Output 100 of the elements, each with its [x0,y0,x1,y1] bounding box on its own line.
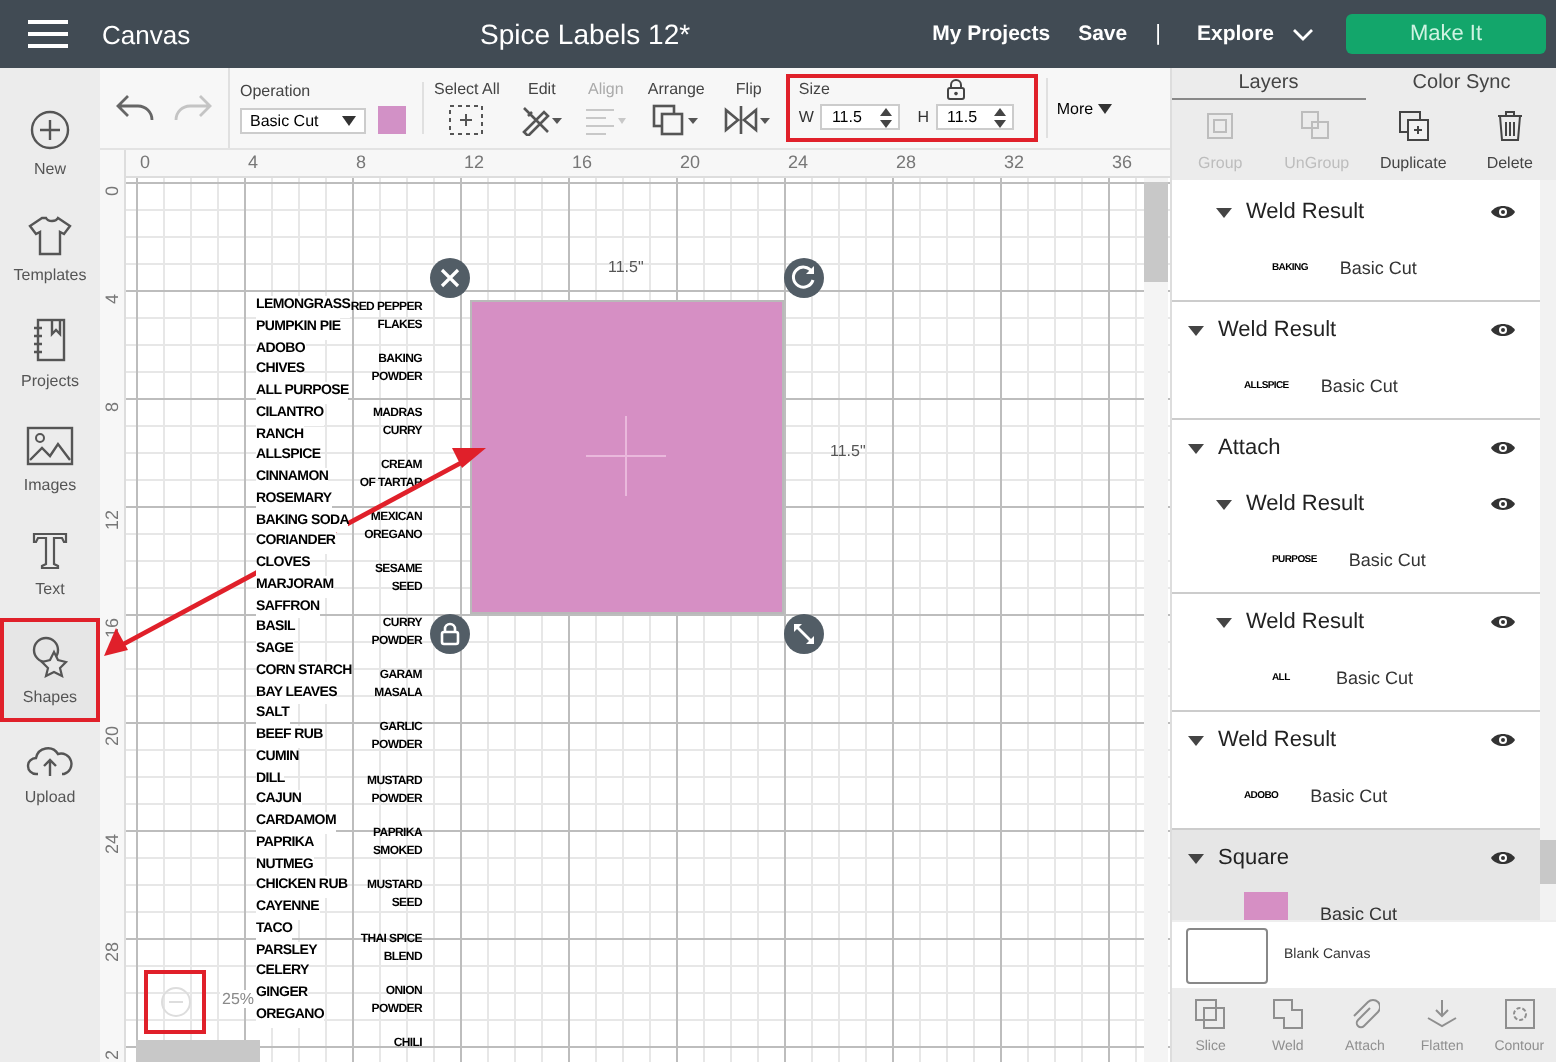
arrange-icon[interactable] [652,104,701,136]
layer-name[interactable]: Weld Result [1246,200,1476,224]
width-field[interactable]: 11.5 [819,104,900,130]
layer-action-button[interactable]: Duplicate [1365,100,1462,180]
layer-name[interactable]: Weld Result [1246,610,1476,634]
plus-icon [30,110,70,151]
stepper-icon[interactable] [994,107,1007,127]
tool-label: Align [588,80,624,98]
layer-name[interactable]: Weld Result [1246,492,1476,516]
ruler-number: 16 [572,152,593,172]
app-title: Canvas [102,19,191,49]
ruler-number: 0 [102,186,122,197]
more-menu[interactable]: More [1046,78,1120,138]
sidebar-label: Projects [21,372,79,391]
undo-icon[interactable] [116,94,156,122]
ruler-number: 20 [102,726,122,747]
sidebar-item[interactable]: Upload [0,722,100,827]
layer-action-button[interactable]: Delete [1461,100,1556,180]
blank-canvas-thumbnail [1186,927,1268,983]
layer-operation: Basic Cut [1348,550,1426,570]
caret-icon[interactable] [1188,853,1204,863]
eye-icon[interactable] [1490,614,1516,630]
caret-icon[interactable] [1216,207,1232,217]
width-dimension: 11.5" [608,258,644,276]
caret-icon[interactable] [1216,617,1232,627]
layer-operation: Basic Cut [1310,786,1388,806]
group-icon [1204,109,1237,141]
lock-icon[interactable] [945,78,966,100]
ruler-number: 36 [1112,152,1133,172]
height-dimension: 11.5" [830,442,866,460]
ruler-number: 8 [102,402,122,413]
panel-tab[interactable]: Color Sync [1365,68,1556,100]
ruler-number: 2 [102,1050,122,1061]
color-swatch[interactable] [378,106,406,134]
height-field[interactable]: 11.5 [935,104,1015,130]
caret-icon[interactable] [1216,499,1232,509]
duplicate-icon [1397,109,1430,141]
eye-icon[interactable] [1490,732,1516,748]
layer-name[interactable]: Weld Result [1218,728,1476,752]
layers-scrollbar[interactable] [1540,180,1556,920]
weld-icon [1271,997,1304,1029]
resize-icon[interactable] [784,614,824,654]
tool-label: Arrange [647,80,705,98]
explore-menu[interactable]: Explore [1196,22,1314,46]
header-link[interactable]: My Projects [932,22,1051,46]
operation-dropdown[interactable]: Basic Cut [240,107,366,133]
ruler-number: 20 [680,152,701,172]
ruler-number: 8 [356,152,367,172]
ruler-number: 24 [102,834,122,855]
size-label: Size [798,80,830,98]
contour-icon [1503,997,1536,1029]
header-link[interactable]: Save [1078,22,1128,46]
header-separator: | [1155,22,1161,46]
sidebar-item[interactable]: Images [0,407,100,512]
chevron-icon [1292,27,1314,41]
sidebar-item[interactable]: Shapes [0,617,100,722]
caret-icon[interactable] [1188,735,1204,745]
sidebar-item[interactable]: Projects [0,302,100,407]
close-icon[interactable] [430,258,470,298]
eye-icon[interactable] [1490,440,1516,456]
eye-icon[interactable] [1490,204,1516,220]
stepper-icon[interactable] [879,107,892,127]
caret-icon[interactable] [1188,325,1204,335]
layer-name[interactable]: Weld Result [1218,318,1476,342]
zoom-control[interactable] [144,970,206,1034]
sidebar-label: Upload [24,788,76,807]
lock-icon[interactable] [430,614,470,654]
layer-name[interactable]: Attach [1218,436,1476,460]
ruler-number: 4 [248,152,259,172]
text-icon [30,530,70,571]
sidebar-label: Shapes [22,687,78,706]
sidebar-item[interactable]: New [0,92,100,197]
eye-icon[interactable] [1490,496,1516,512]
operation-label: Operation [240,82,311,100]
horizontal-scrollbar[interactable] [136,1040,260,1062]
shapes-icon [28,633,72,678]
sidebar-label: Text [35,580,65,599]
rotate-icon[interactable] [784,258,824,298]
menu-icon[interactable] [28,20,68,48]
edit-icon[interactable] [519,104,564,136]
layer-name[interactable]: Square [1218,846,1476,870]
crosshair-icon [586,416,666,496]
flatten-icon [1426,997,1459,1029]
tool-label: Select All [434,80,500,98]
caret-icon[interactable] [1188,443,1204,453]
sidebar-item[interactable]: Text [0,512,100,617]
ungroup-icon [1300,109,1333,141]
ruler-number: 4 [102,294,122,305]
ruler-number: 32 [1004,152,1025,172]
select-all-icon[interactable] [448,104,485,136]
sidebar-label: Images [23,475,77,494]
eye-icon[interactable] [1490,322,1516,338]
sidebar-item[interactable]: Templates [0,197,100,302]
eye-icon[interactable] [1490,850,1516,866]
trash-icon [1495,109,1524,141]
tool-label: Flip [735,80,762,98]
caret-icon [342,115,356,125]
tool-label: Edit [528,80,556,98]
vertical-scrollbar[interactable] [1144,178,1168,1062]
flip-icon[interactable] [724,104,773,136]
